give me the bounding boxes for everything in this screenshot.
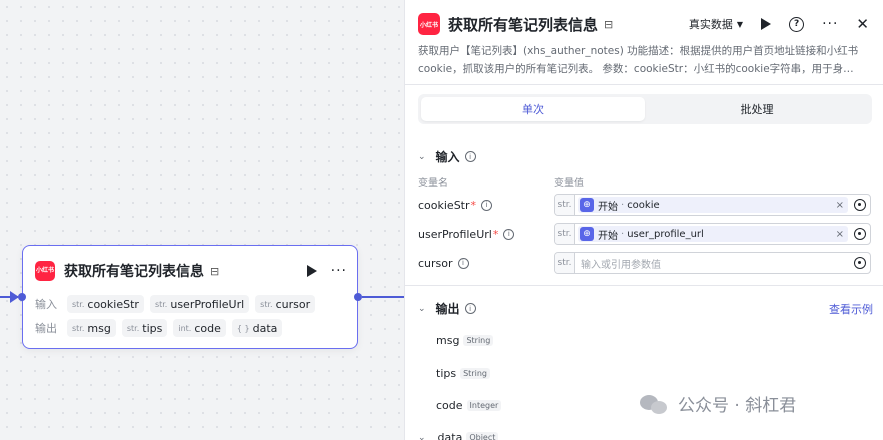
start-node-icon: ⊕ <box>580 227 594 241</box>
param-value-field[interactable]: str. ⊕ 开始 · cookie × <box>554 194 871 216</box>
run-mode-tabs: 单次 批处理 <box>418 94 872 124</box>
param-name: cursor i <box>418 257 554 270</box>
run-node-play-icon[interactable] <box>306 265 317 277</box>
node-output-chip: { } data <box>231 319 283 337</box>
type-selector[interactable]: str. <box>555 253 575 273</box>
reference-target-icon[interactable] <box>854 199 866 211</box>
plugin-tag-icon: ⊟ <box>210 264 220 278</box>
divider <box>405 285 883 286</box>
chevron-down-icon[interactable]: ⌄ <box>418 152 426 162</box>
panel-description: 获取用户【笔记列表】(xhs_auther_notes) 功能描述：根据提供的用… <box>418 45 859 75</box>
output-field: tips String <box>436 367 490 380</box>
reference-target-icon[interactable] <box>854 228 866 240</box>
xiaohongshu-logo-icon: 小红书 <box>35 261 55 281</box>
chevron-down-icon[interactable]: ⌄ <box>418 433 426 440</box>
info-icon[interactable]: i <box>464 303 476 314</box>
param-name: cookieStr * i <box>418 199 554 212</box>
node-output-chip: str. msg <box>67 319 116 337</box>
node-header: 小红书 获取所有笔记列表信息 ⊟ ··· <box>35 260 347 282</box>
column-header-name: 变量名 <box>418 178 448 189</box>
tab-batch[interactable]: 批处理 <box>645 97 869 121</box>
type-selector[interactable]: str. <box>555 224 575 244</box>
info-icon[interactable]: i <box>503 228 515 240</box>
node-input-chip: str. userProfileUrl <box>149 295 250 313</box>
param-value-field[interactable]: str. 输入或引用参数值 <box>554 252 871 274</box>
node-output-label: 输出 <box>35 322 57 335</box>
node-input-chip: str. cursor <box>255 295 316 313</box>
remove-reference-icon[interactable]: × <box>836 229 844 240</box>
param-row-userProfileUrl: userProfileUrl * i str. ⊕ 开始 · user_profile_… <box>418 223 871 245</box>
caret-down-icon: ▼ <box>736 19 744 29</box>
param-value-field[interactable]: str. ⊕ 开始 · user_profile_url × <box>554 223 871 245</box>
xiaohongshu-logo-icon: 小红书 <box>418 13 440 35</box>
panel-title: 获取所有笔记列表信息 <box>448 15 599 34</box>
node-config-panel: 小红书 获取所有笔记列表信息 ⊟ 真实数据 ▼ ? ··· ✕ 获取用户【笔记列表… <box>404 0 883 440</box>
watermark: 公众号 · 斜杠君 <box>640 391 796 416</box>
help-icon[interactable]: ? <box>789 16 805 32</box>
node-output-port[interactable] <box>354 293 362 301</box>
output-field: code Integer <box>436 399 502 412</box>
column-header-value: 变量值 <box>554 178 584 189</box>
divider <box>405 84 883 85</box>
node-output-chip: int. code <box>173 319 226 337</box>
chevron-down-icon[interactable]: ⌄ <box>418 304 426 314</box>
info-icon[interactable]: i <box>464 151 476 162</box>
variable-reference-pill[interactable]: ⊕ 开始 · cookie × <box>578 197 848 213</box>
data-mode-dropdown[interactable]: 真实数据 ▼ <box>689 16 743 32</box>
view-example-link[interactable]: 查看示例 <box>829 301 873 317</box>
node-output-chip: str. tips <box>121 319 168 337</box>
tab-single[interactable]: 单次 <box>421 97 645 121</box>
outgoing-edge <box>362 296 404 298</box>
output-section-header[interactable]: ⌄ 输出 i <box>418 300 476 317</box>
node-outputs-row: 输出 str. msg str. tips int. code { } data <box>35 319 283 337</box>
node-input-label: 输入 <box>35 298 57 311</box>
more-options-icon[interactable]: ··· <box>822 16 838 32</box>
param-name: userProfileUrl * i <box>418 228 554 241</box>
info-icon[interactable]: i <box>481 199 493 211</box>
plugin-tag-icon: ⊟ <box>604 17 614 31</box>
run-play-icon[interactable] <box>761 18 772 30</box>
node-input-chip: str. cookieStr <box>67 295 144 313</box>
workflow-node-get-notes[interactable]: 小红书 获取所有笔记列表信息 ⊟ ··· 输入 str. cookieStr st… <box>18 245 362 349</box>
node-input-port[interactable] <box>18 293 26 301</box>
output-field-expandable[interactable]: ⌄ data Object <box>418 431 499 440</box>
variable-reference-pill[interactable]: ⊕ 开始 · user_profile_url × <box>578 226 848 242</box>
type-selector[interactable]: str. <box>555 195 575 215</box>
reference-target-icon[interactable] <box>854 257 866 269</box>
param-value-placeholder[interactable]: 输入或引用参数值 <box>581 256 848 271</box>
start-node-icon: ⊕ <box>580 198 594 212</box>
param-row-cookieStr: cookieStr * i str. ⊕ 开始 · cookie × <box>418 194 871 216</box>
remove-reference-icon[interactable]: × <box>836 200 844 211</box>
wechat-logo-icon <box>640 393 670 415</box>
workflow-canvas[interactable]: 小红书 获取所有笔记列表信息 ⊟ ··· 输入 str. cookieStr st… <box>0 0 404 440</box>
param-row-cursor: cursor i str. 输入或引用参数值 <box>418 252 871 274</box>
output-field: msg String <box>436 334 494 347</box>
node-title: 获取所有笔记列表信息 <box>64 264 204 280</box>
panel-header: 小红书 获取所有笔记列表信息 ⊟ 真实数据 ▼ ? ··· ✕ <box>418 12 869 36</box>
info-icon[interactable]: i <box>457 257 469 269</box>
close-icon[interactable]: ✕ <box>856 15 869 33</box>
input-section-header[interactable]: ⌄ 输入 i <box>418 148 476 165</box>
node-inputs-row: 输入 str. cookieStr str. userProfileUrl str.… <box>35 295 316 313</box>
more-options-icon[interactable]: ··· <box>331 263 347 279</box>
